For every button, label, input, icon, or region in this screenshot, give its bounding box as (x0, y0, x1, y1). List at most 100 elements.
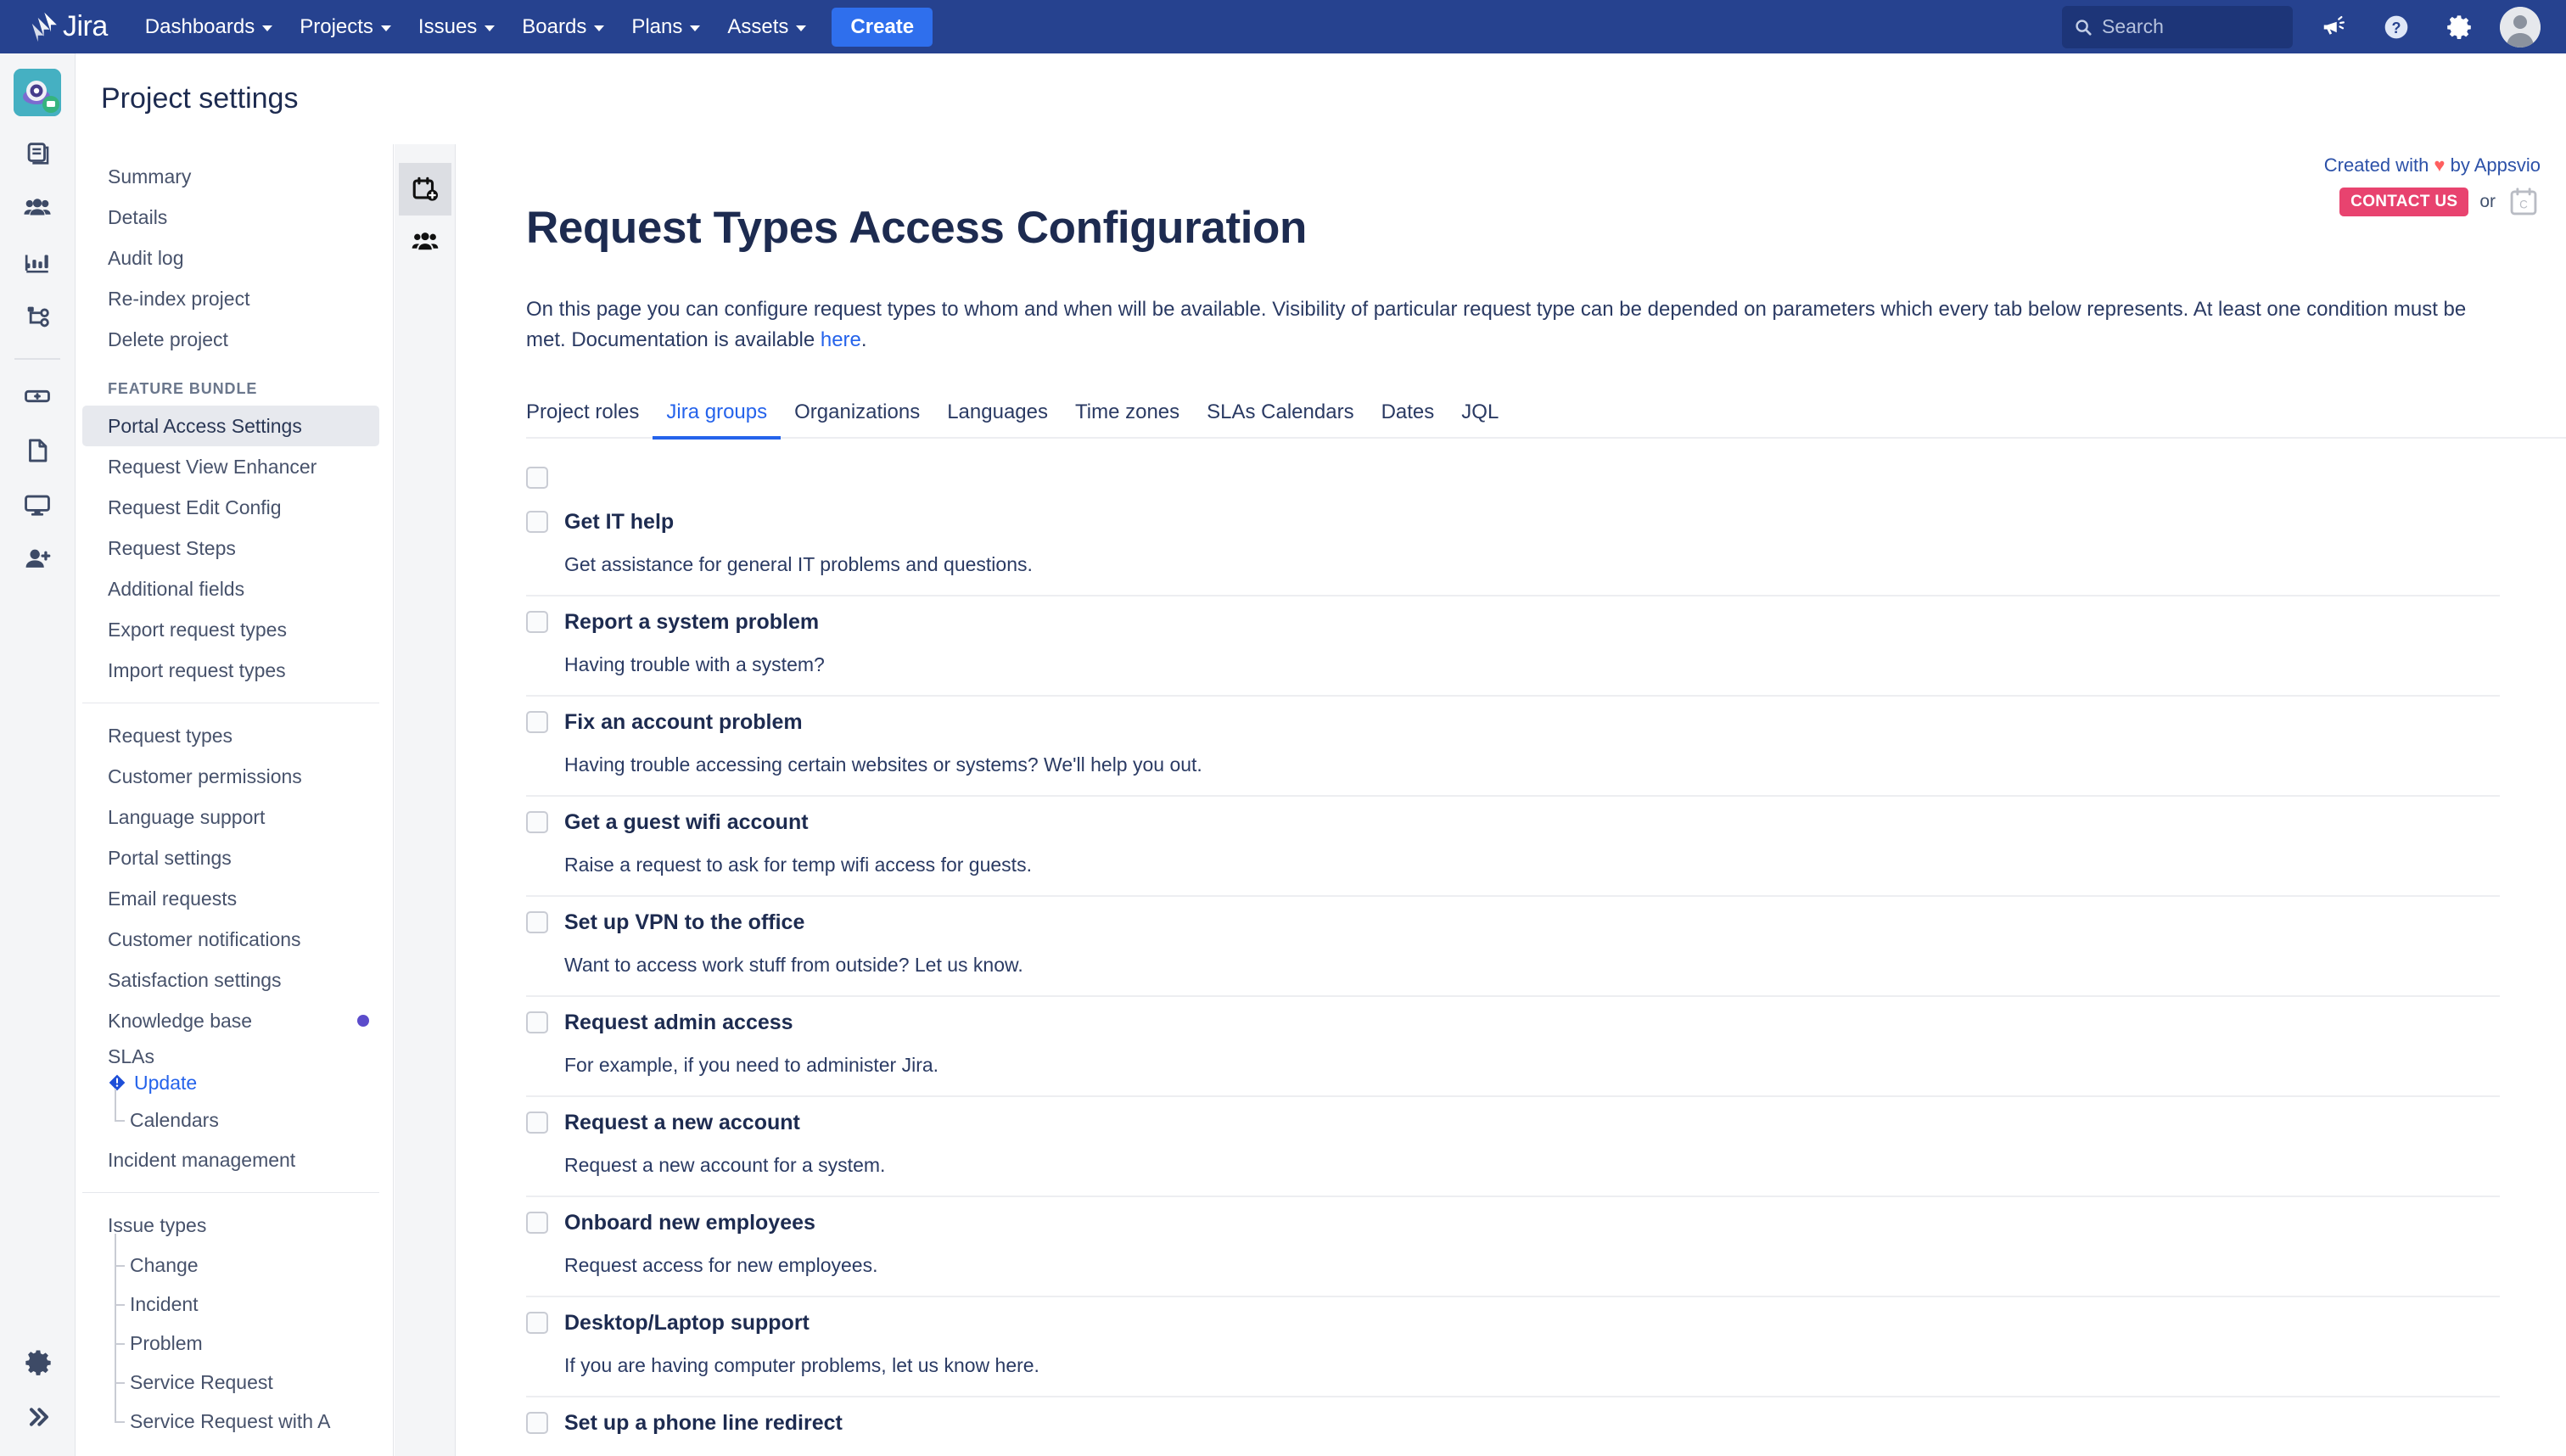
project-avatar-logo[interactable] (14, 69, 61, 116)
request-type-checkbox[interactable] (526, 511, 548, 534)
sidebar-item-summary[interactable]: Summary (82, 156, 379, 197)
request-type-checkbox[interactable] (526, 611, 548, 634)
request-type-name: Onboard new employees (564, 1210, 815, 1235)
chevron-down-icon (690, 25, 701, 31)
request-type-name: Set up VPN to the office (564, 910, 805, 934)
avatar[interactable] (2500, 6, 2541, 48)
sidebar-item-portal-access-settings[interactable]: Portal Access Settings (82, 406, 379, 446)
request-type-header: Get IT help (526, 510, 2500, 535)
tab-jira-groups[interactable]: Jira groups (653, 400, 782, 440)
jira-logo-icon (31, 12, 57, 42)
chevron-down-icon (594, 25, 605, 31)
sidebar-section-feature-bundle: FEATURE BUNDLE (108, 379, 258, 397)
sidebar-item-details[interactable]: Details (82, 197, 379, 238)
sidebar-item-label: Language support (108, 805, 266, 828)
add-person-icon[interactable] (14, 535, 61, 583)
sidebar-item-request-view-enhancer[interactable]: Request View Enhancer (82, 446, 379, 487)
sidebar-item-satisfaction-settings[interactable]: Satisfaction settings (82, 960, 379, 1000)
document-icon[interactable] (14, 427, 61, 474)
expand-chevrons-icon[interactable] (14, 1393, 62, 1441)
tree-elbow (108, 1351, 130, 1402)
calendar-add-icon[interactable] (398, 163, 451, 216)
nav-item-dashboards[interactable]: Dashboards (132, 8, 286, 46)
people-group-icon[interactable] (399, 216, 451, 268)
sidebar-item-request-edit-config[interactable]: Request Edit Config (82, 487, 379, 528)
monitor-icon[interactable] (14, 481, 61, 529)
sidebar-item-issue-type-change[interactable]: Change (82, 1234, 393, 1285)
sidebar-item-issue-type-problem[interactable]: Problem (82, 1312, 393, 1363)
add-shortcut-icon[interactable] (14, 372, 61, 420)
sidebar-item-knowledge-base[interactable]: Knowledge base (82, 1000, 379, 1041)
tab-dates[interactable]: Dates (1368, 400, 1448, 440)
nav-item-issues[interactable]: Issues (405, 8, 508, 46)
request-type-name: Desktop/Laptop support (564, 1310, 810, 1335)
tab-slas-calendars[interactable]: SLAs Calendars (1193, 400, 1367, 440)
sidebar-item-import-request-types[interactable]: Import request types (82, 650, 379, 691)
request-types-list: Get IT help Get assistance for general I… (526, 439, 2566, 1456)
nav-label: Projects (300, 14, 373, 38)
sidebar-item-issue-types[interactable]: Issue types (82, 1205, 379, 1246)
sidebar-item-slas[interactable]: SLAs (82, 1041, 379, 1072)
tab-jql[interactable]: JQL (1448, 400, 1512, 440)
megaphone-icon[interactable] (2311, 5, 2356, 49)
request-type-checkbox[interactable] (526, 1412, 548, 1435)
nav-item-assets[interactable]: Assets (714, 8, 820, 46)
sidebar-item-customer-permissions[interactable]: Customer permissions (82, 756, 379, 797)
request-type-checkbox[interactable] (526, 1112, 548, 1134)
create-button[interactable]: Create (832, 7, 933, 47)
request-type-checkbox[interactable] (526, 711, 548, 734)
sidebar-item-email-requests[interactable]: Email requests (82, 878, 379, 919)
chevron-down-icon (380, 25, 391, 31)
sidebar-item-label: Change (130, 1253, 199, 1276)
request-type-checkbox[interactable] (526, 911, 548, 934)
sidebar-item-issue-type-service-request-with-approval[interactable]: Service Request with A (82, 1390, 393, 1441)
request-type-checkbox[interactable] (526, 1312, 548, 1335)
sidebar-item-additional-fields[interactable]: Additional fields (82, 568, 379, 609)
page-title: Project settings (101, 82, 299, 115)
nav-item-plans[interactable]: Plans (618, 8, 714, 46)
sidebar-item-export-request-types[interactable]: Export request types (82, 609, 379, 650)
pages-icon[interactable] (14, 130, 61, 177)
request-type-name: Request admin access (564, 1010, 793, 1034)
workflow-branch-icon[interactable] (14, 293, 61, 340)
sidebar-item-slas-update[interactable]: Update (82, 1068, 393, 1097)
nav-item-boards[interactable]: Boards (508, 8, 618, 46)
settings-gear-icon[interactable] (2437, 5, 2481, 49)
documentation-link[interactable]: here (821, 328, 861, 351)
sidebar-item-reindex-project[interactable]: Re-index project (82, 278, 379, 319)
jira-logo[interactable]: Jira (31, 0, 108, 53)
request-type-checkbox[interactable] (526, 1011, 548, 1034)
sidebar-item-delete-project[interactable]: Delete project (82, 319, 379, 360)
request-type-name: Get a guest wifi account (564, 809, 809, 834)
tab-organizations[interactable]: Organizations (781, 400, 933, 440)
help-icon[interactable]: ? (2374, 5, 2418, 49)
sidebar-item-language-support[interactable]: Language support (82, 797, 379, 837)
request-type-checkbox[interactable] (526, 811, 548, 834)
tab-languages[interactable]: Languages (933, 400, 1062, 440)
people-icon[interactable] (14, 184, 61, 232)
nav-item-projects[interactable]: Projects (286, 8, 405, 46)
sidebar-item-incident-management[interactable]: Incident management (82, 1140, 379, 1180)
tab-project-roles[interactable]: Project roles (526, 400, 653, 440)
sidebar-item-audit-log[interactable]: Audit log (82, 238, 379, 278)
main-content: Created with ♥ by Appsvio CONTACT US or … (457, 144, 2566, 1456)
reports-bar-chart-icon[interactable] (14, 238, 61, 286)
sidebar-item-calendars[interactable]: Calendars (82, 1089, 393, 1140)
calendar-icon[interactable]: C (2507, 185, 2541, 219)
warning-diamond-icon (109, 1074, 126, 1091)
contact-us-button[interactable]: CONTACT US (2339, 188, 2469, 216)
sidebar-item-request-steps[interactable]: Request Steps (82, 528, 379, 568)
sidebar-item-portal-settings[interactable]: Portal settings (82, 837, 379, 878)
sidebar-item-label: Details (108, 205, 168, 228)
table-row: Get a guest wifi account Raise a request… (526, 797, 2500, 897)
sidebar-item-issue-type-service-request[interactable]: Service Request (82, 1351, 393, 1402)
sidebar-item-customer-notifications[interactable]: Customer notifications (82, 919, 379, 960)
request-type-checkbox[interactable] (526, 1212, 548, 1235)
request-type-header: Desktop/Laptop support (526, 1311, 2500, 1336)
sidebar-item-issue-type-incident[interactable]: Incident (82, 1273, 393, 1324)
settings-gear-icon[interactable] (14, 1339, 62, 1386)
select-all-checkbox[interactable] (526, 466, 548, 489)
search-input[interactable]: Search (2062, 5, 2293, 48)
sidebar-item-request-types[interactable]: Request types (82, 715, 379, 756)
tab-time-zones[interactable]: Time zones (1062, 400, 1193, 440)
